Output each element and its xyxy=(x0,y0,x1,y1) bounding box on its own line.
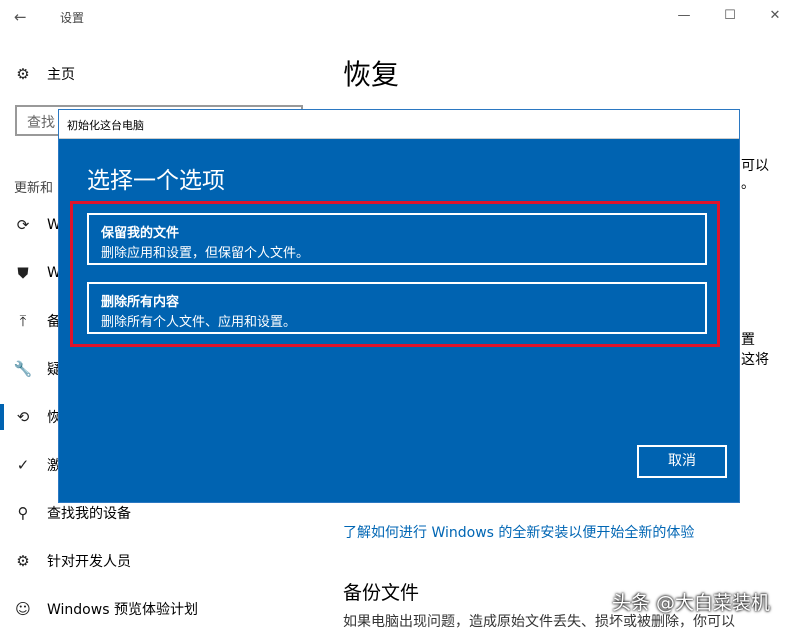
window-title: 设置 xyxy=(60,11,85,25)
option-title: 删除所有内容 xyxy=(101,295,180,310)
sidebar-item-label: 针对开发人员 xyxy=(47,554,131,570)
close-button[interactable]: ✕ xyxy=(767,8,783,24)
sidebar-item-backup[interactable]: ⤒ 备 xyxy=(14,310,61,332)
search-placeholder: 查找 xyxy=(27,115,55,131)
partial-text: 可以 xyxy=(741,158,769,174)
sidebar-section-heading: 更新和 xyxy=(14,181,54,196)
option-title: 保留我的文件 xyxy=(101,226,180,241)
sync-icon: ⟳ xyxy=(16,216,30,234)
back-arrow-icon[interactable]: ← xyxy=(14,9,32,25)
active-indicator xyxy=(0,404,4,430)
sidebar-item-activation[interactable]: ✓ 激 xyxy=(14,454,61,476)
cancel-button[interactable]: 取消 xyxy=(637,445,727,478)
gear-icon: ⚙ xyxy=(16,65,30,83)
developer-icon: ⚙ xyxy=(16,552,30,570)
option-description: 删除应用和设置，但保留个人文件。 xyxy=(101,246,310,261)
sidebar-item-recovery[interactable]: ⟲ 恢 xyxy=(14,406,61,428)
partial-text: 。 xyxy=(741,176,755,192)
dialog-heading: 选择一个选项 xyxy=(87,168,225,194)
keep-my-files-option[interactable]: 保留我的文件 删除应用和设置，但保留个人文件。 xyxy=(87,213,707,265)
sidebar-item-home[interactable]: ⚙ 主页 xyxy=(14,64,75,84)
wrench-icon: 🔧 xyxy=(13,360,33,378)
sidebar-item-windows-security[interactable]: ⛊ W xyxy=(14,262,60,284)
option-description: 删除所有个人文件、应用和设置。 xyxy=(101,315,297,330)
partial-text: 置 xyxy=(741,332,755,348)
person-icon: ⚲ xyxy=(17,504,29,522)
dialog-titlebar: 初始化这台电脑 xyxy=(59,110,739,139)
reset-pc-dialog: 初始化这台电脑 选择一个选项 保留我的文件 删除应用和设置，但保留个人文件。 删… xyxy=(58,109,740,503)
sidebar-item-insider-program[interactable]: ☺ Windows 预览体验计划 xyxy=(14,598,198,620)
sidebar-item-for-developers[interactable]: ⚙ 针对开发人员 xyxy=(14,550,131,572)
page-title: 恢复 xyxy=(343,58,400,91)
check-circle-icon: ✓ xyxy=(16,456,30,474)
sidebar-item-find-my-device[interactable]: ⚲ 查找我的设备 xyxy=(14,502,132,524)
maximize-button[interactable]: ☐ xyxy=(722,8,738,24)
sidebar-item-label: 查找我的设备 xyxy=(47,506,131,522)
minimize-button[interactable]: — xyxy=(676,8,692,24)
sidebar-item-label: Windows 预览体验计划 xyxy=(47,602,198,618)
insider-icon: ☺ xyxy=(15,600,31,618)
clean-install-link[interactable]: 了解如何进行 Windows 的全新安装以便开始全新的体验 xyxy=(343,522,694,542)
sidebar-item-troubleshoot[interactable]: 🔧 疑 xyxy=(14,358,61,380)
history-icon: ⟲ xyxy=(16,408,30,426)
remove-everything-option[interactable]: 删除所有内容 删除所有个人文件、应用和设置。 xyxy=(87,282,707,334)
backup-heading: 备份文件 xyxy=(343,582,420,604)
dialog-title: 初始化这台电脑 xyxy=(67,119,144,132)
shield-icon: ⛊ xyxy=(17,264,29,282)
sidebar-item-label: 主页 xyxy=(47,67,75,83)
sidebar-item-windows-update[interactable]: ⟳ W xyxy=(14,214,61,236)
window-titlebar: ← 设置 — ☐ ✕ xyxy=(0,0,794,34)
partial-text: 这将 xyxy=(741,352,769,368)
backup-icon: ⤒ xyxy=(19,312,27,330)
watermark: 头条 @大白菜装机 xyxy=(612,592,771,614)
